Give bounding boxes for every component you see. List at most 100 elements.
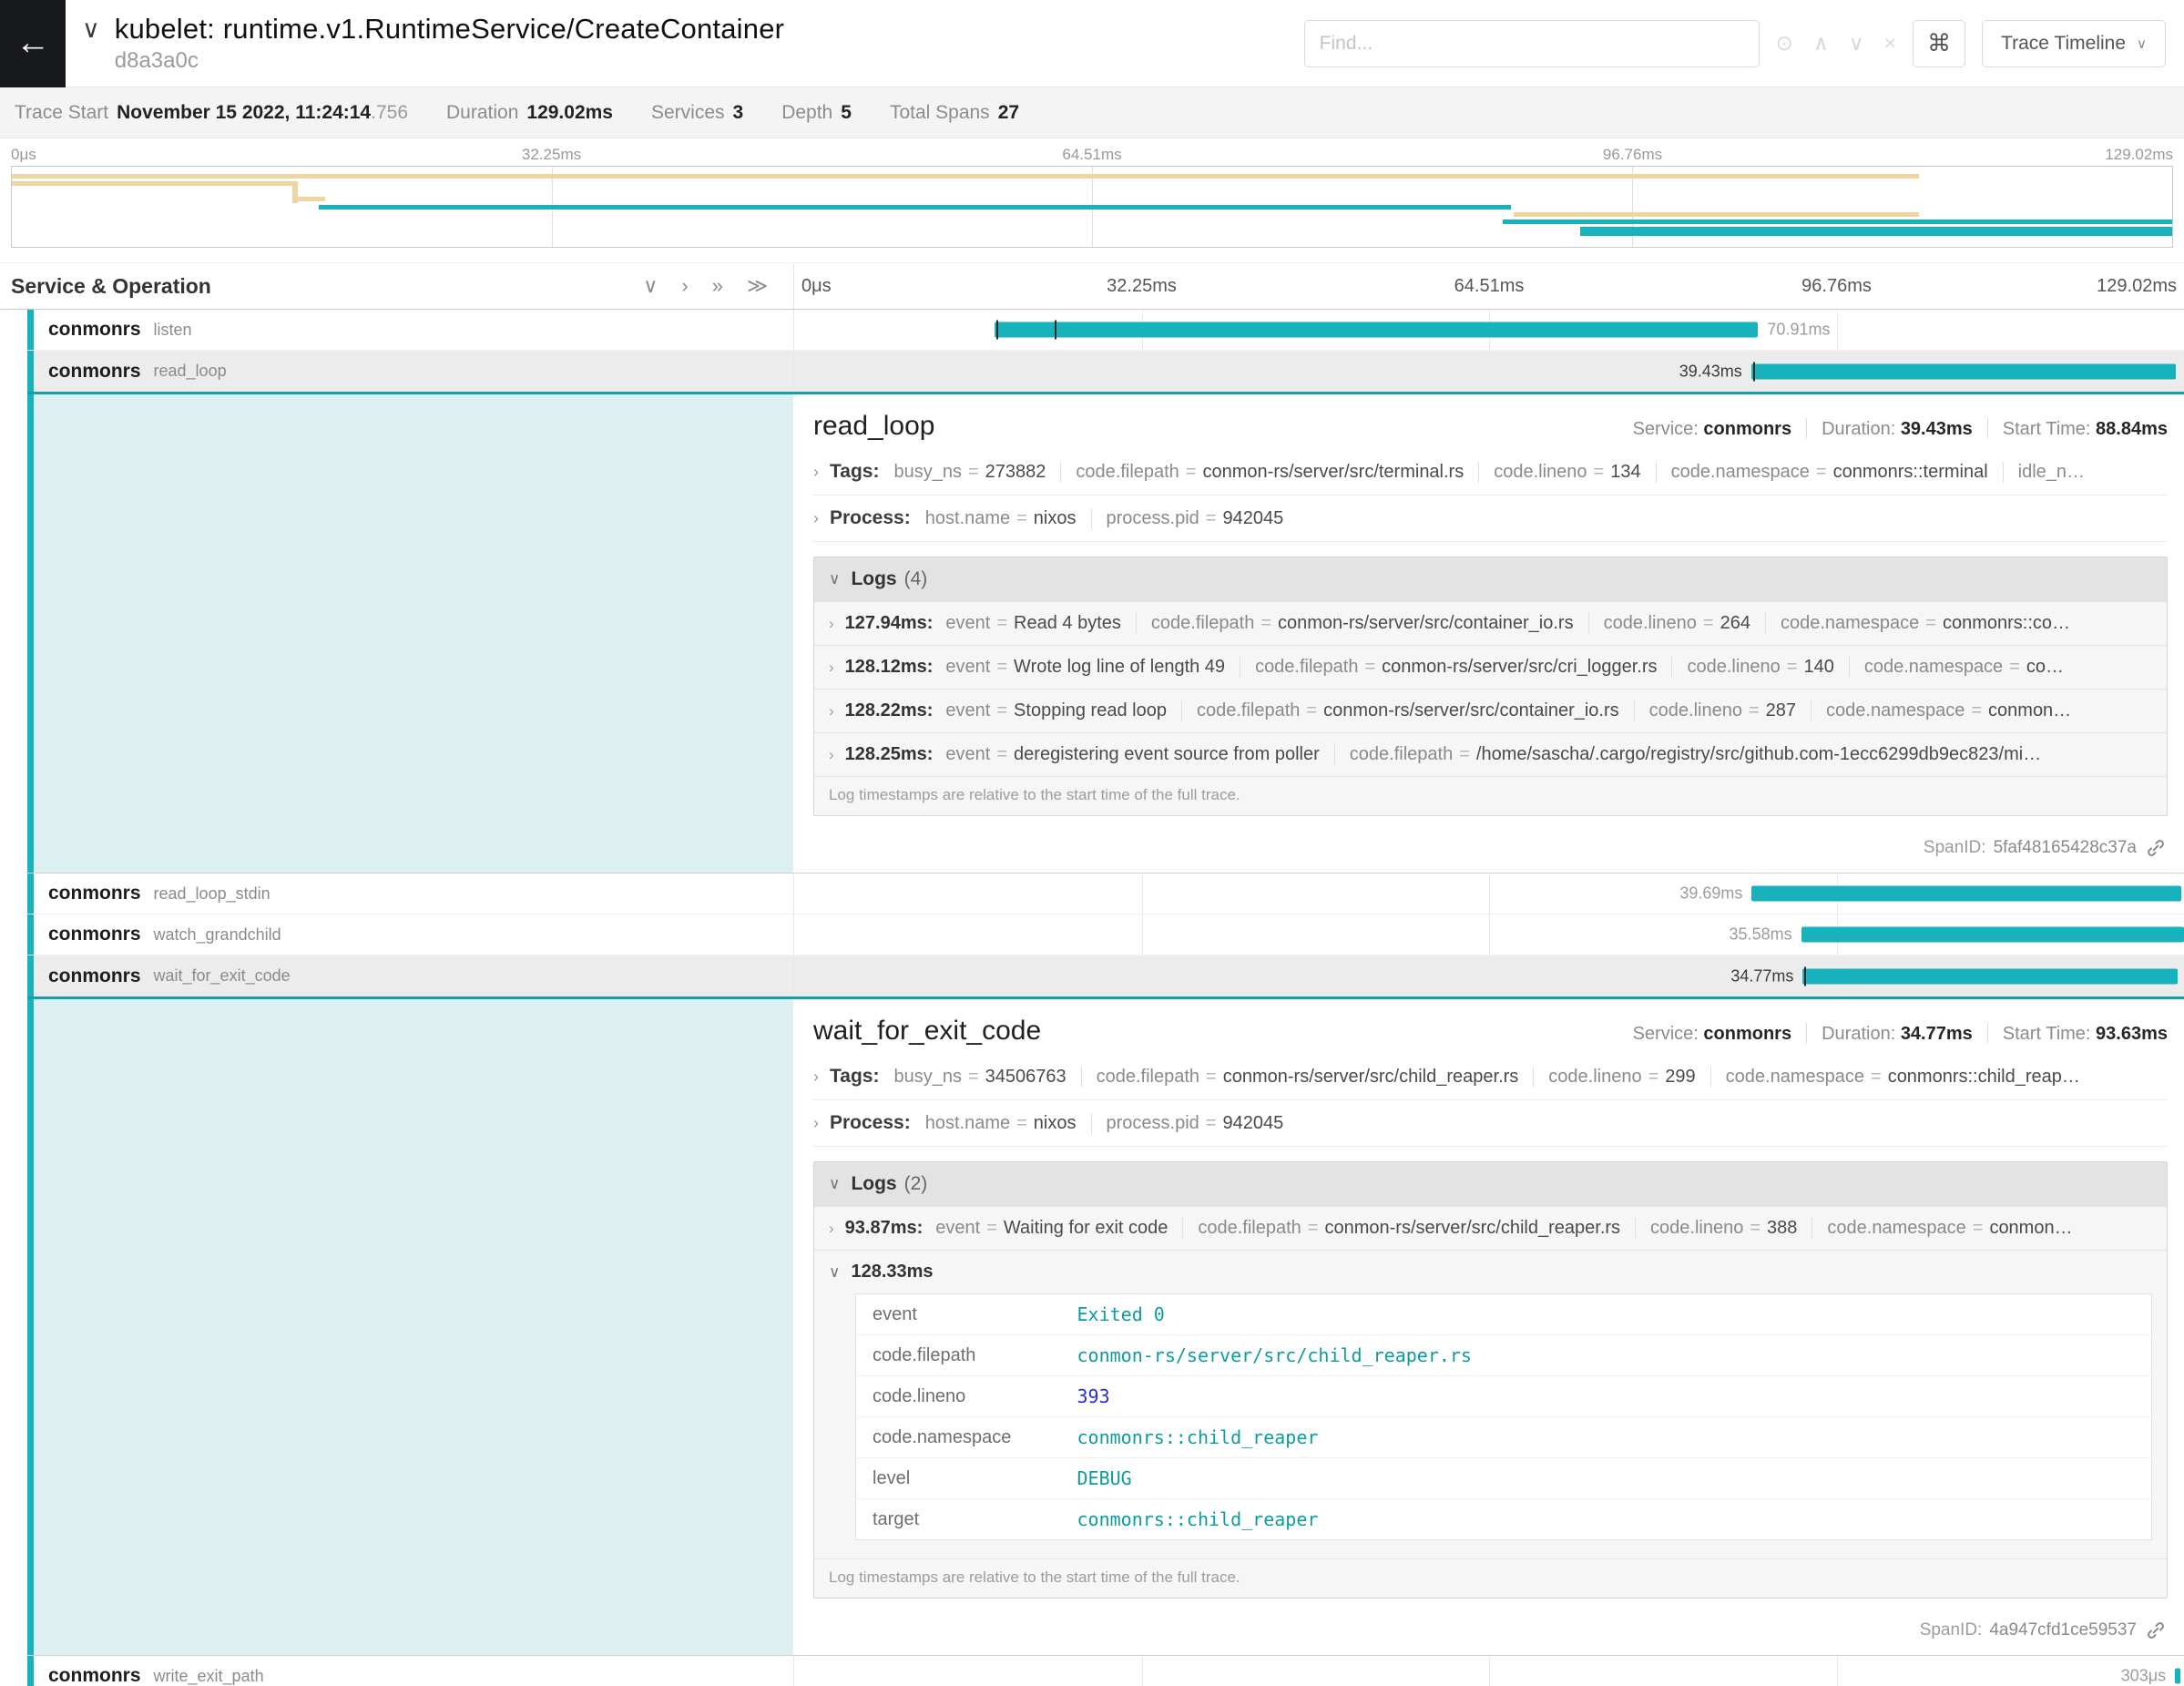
span-duration-bar[interactable] [995,322,1759,338]
log-entry-header[interactable]: ∨128.33ms [829,1262,2152,1282]
log-entry[interactable]: ›93.87ms:event=Waiting for exit codecode… [814,1206,2167,1250]
kv-value: Read 4 bytes [1014,613,1121,633]
log-entry[interactable]: ›128.12ms:event=Wrote log line of length… [814,645,2167,689]
collapse-all-icon[interactable]: » [712,274,723,298]
timeline-gridline [1837,1656,1838,1686]
service-color-chip [27,310,34,350]
kv-key: code.filepath [1097,1067,1199,1087]
kv-pair: code.lineno=134 [1478,462,1640,483]
meta-label-service: Service: [1633,419,1704,439]
kv-key: code.lineno [1494,462,1587,482]
find-input[interactable] [1304,20,1760,67]
summary-label: Trace Start [15,102,108,123]
chevron-right-icon: › [813,1068,819,1087]
summary-label: Total Spans [890,102,990,123]
equals-sign: = [2009,657,2020,677]
kv-key: code.filepath [1198,1218,1301,1238]
span-duration-bar[interactable] [2175,1669,2180,1684]
span-row[interactable]: conmonrsread_loop39.43ms [27,351,2184,392]
chevron-right-icon: › [829,746,834,764]
span-bar-cell[interactable]: 303μs [793,1656,2184,1686]
expand-one-icon[interactable]: › [681,274,688,298]
back-button[interactable]: ← [0,0,66,87]
span-bar-cell[interactable]: 39.69ms [793,874,2184,914]
summary-value: 3 [733,102,744,123]
span-name-cell[interactable]: conmonrswatch_grandchild [27,915,793,955]
log-field-row: code.namespaceconmonrs::child_reaper [856,1417,2152,1458]
time-tick-label: 0μs [801,276,832,297]
span-duration-bar[interactable] [1801,927,2184,943]
span-id-value: 5faf48165428c37a [1994,838,2137,858]
tags-row[interactable]: ›Tags:busy_ns=34506763code.filepath=conm… [813,1054,2168,1100]
log-entry[interactable]: ›127.94ms:event=Read 4 bytescode.filepat… [814,601,2167,645]
clear-find-icon[interactable]: × [1884,31,1896,56]
equals-sign: = [996,744,1007,764]
span-row[interactable]: conmonrswait_for_exit_code34.77ms [27,955,2184,996]
collapse-trace-caret-icon[interactable]: ∨ [82,15,100,44]
span-duration-bar[interactable] [1802,968,2177,984]
prev-result-icon[interactable]: ∧ [1813,31,1829,56]
trace-view-dropdown[interactable]: Trace Timeline∨ [1982,20,2166,67]
span-detail-content: wait_for_exit_codeService: conmonrsDurat… [793,999,2184,1655]
span-bar-cell[interactable]: 39.43ms [793,351,2184,392]
span-row[interactable]: conmonrswrite_exit_path303μs [27,1656,2184,1686]
kv-key: code.filepath [1350,744,1453,764]
equals-sign: = [996,657,1007,677]
span-duration-label: 39.69ms [1679,884,1742,904]
timeline-gridline [1489,351,1490,392]
tree-controls: ∨ › » ≫ [643,274,768,298]
copy-link-icon[interactable] [2146,838,2166,858]
span-bar-cell[interactable]: 34.77ms [793,955,2184,996]
time-tick-label: 64.51ms [1454,276,1525,297]
kv-pair: code.namespace=conmonrs::terminal [1656,462,1988,483]
kv-pair: event=Wrote log line of length 49 [945,657,1225,678]
logs-header[interactable]: ∨Logs(4) [814,557,2167,601]
kv-pair: code.namespace=co… [1849,657,2064,678]
log-field-value: conmonrs::child_reaper [1061,1499,2152,1540]
timeline-gridline [1142,955,1143,996]
kv-value: 299 [1665,1067,1695,1087]
equals-sign: = [1206,1113,1217,1133]
timeline-gridline [1142,1656,1143,1686]
span-name-cell[interactable]: conmonrslisten [27,310,793,350]
equals-sign: = [1206,1067,1217,1087]
span-name-cell[interactable]: conmonrswrite_exit_path [27,1656,793,1686]
tags-row-label: Tags: [830,461,879,483]
kv-key: code.namespace [1827,1218,1965,1238]
match-icon[interactable]: ⊙ [1776,31,1793,56]
span-name-cell[interactable]: conmonrsread_loop_stdin [27,874,793,914]
timeline-gridline [1837,310,1838,350]
span-bar-cell[interactable]: 35.58ms [793,915,2184,955]
copy-link-icon[interactable] [2146,1620,2166,1640]
span-duration-bar[interactable] [1751,886,2181,902]
kv-value: nixos [1034,508,1077,528]
logs-header[interactable]: ∨Logs(2) [814,1162,2167,1206]
summary-value: 129.02ms [526,102,613,123]
span-name-cell[interactable]: conmonrsread_loop [27,351,793,392]
timeline-minimap[interactable] [11,166,2173,248]
collapse-one-icon[interactable]: ∨ [643,274,658,298]
span-duration-bar[interactable] [1751,363,2176,379]
meta-divider [1806,1023,1807,1043]
log-entry[interactable]: ›128.22ms:event=Stopping read loopcode.f… [814,689,2167,732]
trace-id: d8a3a0c [115,48,784,74]
process-row[interactable]: ›Process:host.name=nixosprocess.pid=9420… [813,496,2168,542]
span-name-cell[interactable]: conmonrswait_for_exit_code [27,955,793,996]
log-marker [1055,321,1056,340]
span-row[interactable]: conmonrswatch_grandchild35.58ms [27,915,2184,955]
process-row[interactable]: ›Process:host.name=nixosprocess.pid=9420… [813,1100,2168,1147]
log-entry[interactable]: ›128.25ms:event=deregistering event sour… [814,732,2167,776]
keyboard-shortcuts-button[interactable]: ⌘ [1913,20,1965,67]
service-name: conmonrs [48,924,141,945]
span-row[interactable]: conmonrsread_loop_stdin 39.69ms [27,874,2184,915]
chevron-down-icon: ∨ [829,1263,840,1282]
log-field-row: code.lineno393 [856,1376,2152,1417]
minimap-span [12,181,292,186]
timeline-header: Service & Operation ∨›»≫ 0μs32.25ms64.51… [0,262,2184,310]
service-name: conmonrs [48,883,141,904]
expand-all-icon[interactable]: ≫ [747,274,768,298]
span-row[interactable]: conmonrslisten70.91ms [27,310,2184,351]
tags-row[interactable]: ›Tags:busy_ns=273882code.filepath=conmon… [813,449,2168,496]
span-bar-cell[interactable]: 70.91ms [793,310,2184,350]
next-result-icon[interactable]: ∨ [1849,31,1864,56]
